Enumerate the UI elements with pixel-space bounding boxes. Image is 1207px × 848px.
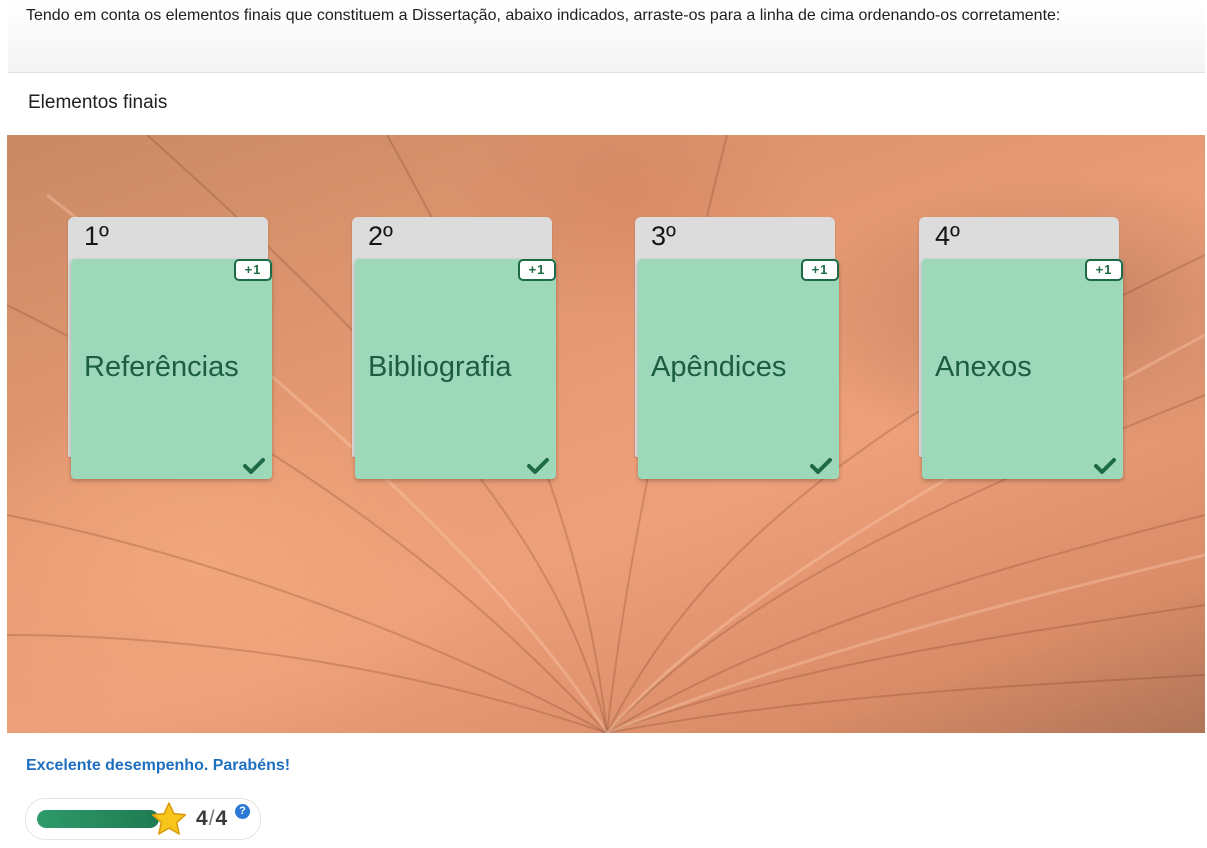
question-text: Tendo em conta os elementos finais que c… bbox=[26, 7, 1061, 24]
drop-slot-4[interactable]: 4º +1 Anexos bbox=[919, 217, 1123, 479]
drop-slot-1[interactable]: 1º +1 Referências bbox=[68, 217, 272, 479]
card-label: Anexos bbox=[935, 351, 1032, 383]
progress-fill bbox=[37, 810, 159, 828]
check-icon bbox=[810, 458, 832, 474]
points-badge: +1 bbox=[518, 259, 556, 281]
check-icon bbox=[1094, 458, 1116, 474]
answer-card[interactable]: +1 Bibliografia bbox=[355, 259, 556, 479]
slot-label: 2º bbox=[368, 221, 393, 251]
check-icon bbox=[527, 458, 549, 474]
drop-slot-3[interactable]: 3º +1 Apêndices bbox=[635, 217, 839, 479]
slot-label: 3º bbox=[651, 221, 676, 251]
answer-card[interactable]: +1 Referências bbox=[71, 259, 272, 479]
score-value: 4 bbox=[196, 807, 208, 830]
star-icon bbox=[151, 802, 187, 835]
check-icon bbox=[243, 458, 265, 474]
score-bar: 4/4 ? bbox=[25, 798, 261, 840]
drag-drop-board: 1º +1 Referências 2º +1 Bibliografia 3º … bbox=[7, 135, 1205, 733]
points-badge: +1 bbox=[234, 259, 272, 281]
slot-label: 1º bbox=[84, 221, 109, 251]
feedback-message: Excelente desempenho. Parabéns! bbox=[26, 757, 291, 774]
answer-card[interactable]: +1 Apêndices bbox=[638, 259, 839, 479]
card-label: Referências bbox=[84, 351, 239, 383]
task-title: Elementos finais bbox=[28, 92, 168, 113]
help-icon[interactable]: ? bbox=[235, 804, 250, 819]
slot-label: 4º bbox=[935, 221, 960, 251]
card-label: Bibliografia bbox=[368, 351, 512, 383]
points-badge: +1 bbox=[801, 259, 839, 281]
score-text: 4/4 bbox=[196, 807, 227, 831]
score-max: 4 bbox=[215, 807, 228, 830]
points-badge: +1 bbox=[1085, 259, 1123, 281]
score-separator: / bbox=[208, 807, 215, 830]
answer-card[interactable]: +1 Anexos bbox=[922, 259, 1123, 479]
card-label: Apêndices bbox=[651, 351, 787, 383]
progress-track bbox=[37, 810, 159, 828]
drop-slot-2[interactable]: 2º +1 Bibliografia bbox=[352, 217, 556, 479]
